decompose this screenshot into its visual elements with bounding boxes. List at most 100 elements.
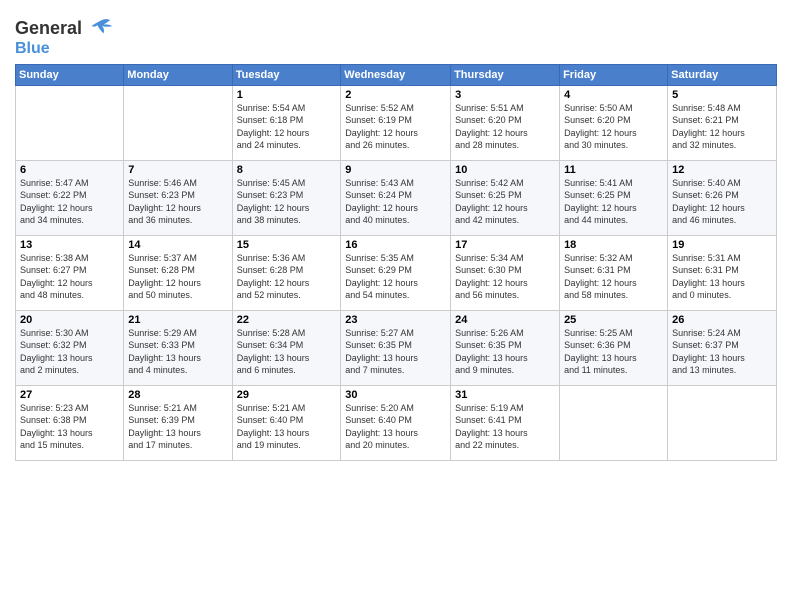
calendar-cell <box>16 85 124 160</box>
day-info: Sunrise: 5:52 AM Sunset: 6:19 PM Dayligh… <box>345 102 446 152</box>
calendar-cell: 9Sunrise: 5:43 AM Sunset: 6:24 PM Daylig… <box>341 160 451 235</box>
day-info: Sunrise: 5:40 AM Sunset: 6:26 PM Dayligh… <box>672 177 772 227</box>
day-info: Sunrise: 5:54 AM Sunset: 6:18 PM Dayligh… <box>237 102 337 152</box>
col-wednesday: Wednesday <box>341 64 451 85</box>
calendar-header-row: Sunday Monday Tuesday Wednesday Thursday… <box>16 64 777 85</box>
day-number: 11 <box>564 164 663 176</box>
calendar-cell: 24Sunrise: 5:26 AM Sunset: 6:35 PM Dayli… <box>451 310 560 385</box>
col-sunday: Sunday <box>16 64 124 85</box>
day-number: 13 <box>20 239 119 251</box>
day-number: 23 <box>345 314 446 326</box>
calendar-cell: 22Sunrise: 5:28 AM Sunset: 6:34 PM Dayli… <box>232 310 341 385</box>
day-info: Sunrise: 5:41 AM Sunset: 6:25 PM Dayligh… <box>564 177 663 227</box>
day-number: 28 <box>128 389 227 401</box>
calendar-cell: 11Sunrise: 5:41 AM Sunset: 6:25 PM Dayli… <box>560 160 668 235</box>
calendar-cell: 5Sunrise: 5:48 AM Sunset: 6:21 PM Daylig… <box>668 85 777 160</box>
col-monday: Monday <box>124 64 232 85</box>
day-number: 4 <box>564 89 663 101</box>
day-info: Sunrise: 5:32 AM Sunset: 6:31 PM Dayligh… <box>564 252 663 302</box>
day-number: 17 <box>455 239 555 251</box>
day-info: Sunrise: 5:24 AM Sunset: 6:37 PM Dayligh… <box>672 327 772 377</box>
day-number: 30 <box>345 389 446 401</box>
calendar-cell: 13Sunrise: 5:38 AM Sunset: 6:27 PM Dayli… <box>16 235 124 310</box>
day-number: 27 <box>20 389 119 401</box>
day-info: Sunrise: 5:51 AM Sunset: 6:20 PM Dayligh… <box>455 102 555 152</box>
calendar-cell: 29Sunrise: 5:21 AM Sunset: 6:40 PM Dayli… <box>232 385 341 460</box>
day-number: 26 <box>672 314 772 326</box>
calendar-cell: 12Sunrise: 5:40 AM Sunset: 6:26 PM Dayli… <box>668 160 777 235</box>
day-number: 12 <box>672 164 772 176</box>
day-info: Sunrise: 5:20 AM Sunset: 6:40 PM Dayligh… <box>345 402 446 452</box>
calendar-cell: 18Sunrise: 5:32 AM Sunset: 6:31 PM Dayli… <box>560 235 668 310</box>
day-info: Sunrise: 5:29 AM Sunset: 6:33 PM Dayligh… <box>128 327 227 377</box>
day-info: Sunrise: 5:23 AM Sunset: 6:38 PM Dayligh… <box>20 402 119 452</box>
calendar-cell: 15Sunrise: 5:36 AM Sunset: 6:28 PM Dayli… <box>232 235 341 310</box>
day-number: 3 <box>455 89 555 101</box>
col-thursday: Thursday <box>451 64 560 85</box>
day-info: Sunrise: 5:48 AM Sunset: 6:21 PM Dayligh… <box>672 102 772 152</box>
day-info: Sunrise: 5:27 AM Sunset: 6:35 PM Dayligh… <box>345 327 446 377</box>
day-info: Sunrise: 5:21 AM Sunset: 6:40 PM Dayligh… <box>237 402 337 452</box>
logo-text-general: General <box>15 19 82 39</box>
day-info: Sunrise: 5:31 AM Sunset: 6:31 PM Dayligh… <box>672 252 772 302</box>
calendar-cell: 8Sunrise: 5:45 AM Sunset: 6:23 PM Daylig… <box>232 160 341 235</box>
calendar-week-5: 27Sunrise: 5:23 AM Sunset: 6:38 PM Dayli… <box>16 385 777 460</box>
calendar-cell: 16Sunrise: 5:35 AM Sunset: 6:29 PM Dayli… <box>341 235 451 310</box>
day-number: 8 <box>237 164 337 176</box>
day-info: Sunrise: 5:34 AM Sunset: 6:30 PM Dayligh… <box>455 252 555 302</box>
logo: General Blue <box>15 14 114 58</box>
day-number: 5 <box>672 89 772 101</box>
calendar-cell: 1Sunrise: 5:54 AM Sunset: 6:18 PM Daylig… <box>232 85 341 160</box>
logo-bird-icon <box>84 14 114 44</box>
col-tuesday: Tuesday <box>232 64 341 85</box>
day-number: 31 <box>455 389 555 401</box>
day-number: 19 <box>672 239 772 251</box>
day-info: Sunrise: 5:25 AM Sunset: 6:36 PM Dayligh… <box>564 327 663 377</box>
calendar-week-1: 1Sunrise: 5:54 AM Sunset: 6:18 PM Daylig… <box>16 85 777 160</box>
day-info: Sunrise: 5:47 AM Sunset: 6:22 PM Dayligh… <box>20 177 119 227</box>
calendar-week-3: 13Sunrise: 5:38 AM Sunset: 6:27 PM Dayli… <box>16 235 777 310</box>
day-info: Sunrise: 5:30 AM Sunset: 6:32 PM Dayligh… <box>20 327 119 377</box>
calendar-cell <box>668 385 777 460</box>
day-number: 2 <box>345 89 446 101</box>
day-info: Sunrise: 5:19 AM Sunset: 6:41 PM Dayligh… <box>455 402 555 452</box>
day-number: 16 <box>345 239 446 251</box>
calendar-cell: 20Sunrise: 5:30 AM Sunset: 6:32 PM Dayli… <box>16 310 124 385</box>
calendar-cell: 14Sunrise: 5:37 AM Sunset: 6:28 PM Dayli… <box>124 235 232 310</box>
day-number: 14 <box>128 239 227 251</box>
calendar-cell: 19Sunrise: 5:31 AM Sunset: 6:31 PM Dayli… <box>668 235 777 310</box>
calendar-cell: 4Sunrise: 5:50 AM Sunset: 6:20 PM Daylig… <box>560 85 668 160</box>
day-number: 10 <box>455 164 555 176</box>
calendar-cell: 10Sunrise: 5:42 AM Sunset: 6:25 PM Dayli… <box>451 160 560 235</box>
day-info: Sunrise: 5:21 AM Sunset: 6:39 PM Dayligh… <box>128 402 227 452</box>
day-number: 21 <box>128 314 227 326</box>
day-number: 24 <box>455 314 555 326</box>
day-info: Sunrise: 5:46 AM Sunset: 6:23 PM Dayligh… <box>128 177 227 227</box>
calendar-cell: 28Sunrise: 5:21 AM Sunset: 6:39 PM Dayli… <box>124 385 232 460</box>
day-number: 18 <box>564 239 663 251</box>
day-number: 7 <box>128 164 227 176</box>
calendar-table: Sunday Monday Tuesday Wednesday Thursday… <box>15 64 777 461</box>
calendar-page: General Blue Sunday Monday Tuesday Wedne… <box>0 0 792 612</box>
day-info: Sunrise: 5:28 AM Sunset: 6:34 PM Dayligh… <box>237 327 337 377</box>
calendar-week-4: 20Sunrise: 5:30 AM Sunset: 6:32 PM Dayli… <box>16 310 777 385</box>
day-info: Sunrise: 5:42 AM Sunset: 6:25 PM Dayligh… <box>455 177 555 227</box>
day-info: Sunrise: 5:36 AM Sunset: 6:28 PM Dayligh… <box>237 252 337 302</box>
day-number: 22 <box>237 314 337 326</box>
day-number: 1 <box>237 89 337 101</box>
day-number: 6 <box>20 164 119 176</box>
day-number: 15 <box>237 239 337 251</box>
calendar-cell: 3Sunrise: 5:51 AM Sunset: 6:20 PM Daylig… <box>451 85 560 160</box>
calendar-cell: 25Sunrise: 5:25 AM Sunset: 6:36 PM Dayli… <box>560 310 668 385</box>
day-number: 9 <box>345 164 446 176</box>
calendar-cell: 2Sunrise: 5:52 AM Sunset: 6:19 PM Daylig… <box>341 85 451 160</box>
logo-text-blue: Blue <box>15 40 50 58</box>
day-info: Sunrise: 5:45 AM Sunset: 6:23 PM Dayligh… <box>237 177 337 227</box>
calendar-cell: 17Sunrise: 5:34 AM Sunset: 6:30 PM Dayli… <box>451 235 560 310</box>
day-info: Sunrise: 5:37 AM Sunset: 6:28 PM Dayligh… <box>128 252 227 302</box>
day-info: Sunrise: 5:38 AM Sunset: 6:27 PM Dayligh… <box>20 252 119 302</box>
day-number: 25 <box>564 314 663 326</box>
calendar-cell: 30Sunrise: 5:20 AM Sunset: 6:40 PM Dayli… <box>341 385 451 460</box>
calendar-cell: 31Sunrise: 5:19 AM Sunset: 6:41 PM Dayli… <box>451 385 560 460</box>
calendar-cell <box>124 85 232 160</box>
